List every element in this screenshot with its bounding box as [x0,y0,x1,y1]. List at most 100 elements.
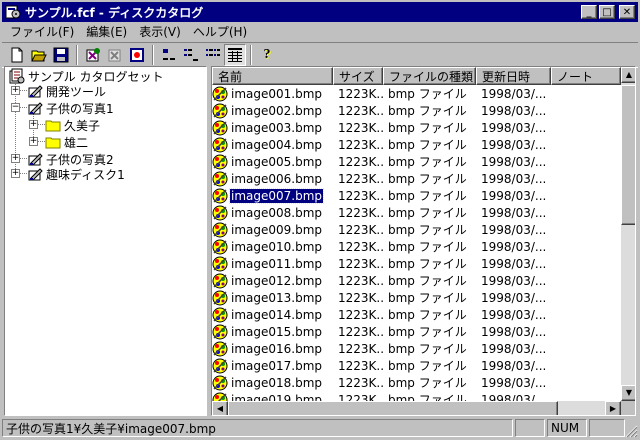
file-row[interactable]: image012.bmp 1223K... bmp ファイル 1998/03/... [212,272,621,289]
folder-icon [45,137,61,149]
scroll-right-button[interactable]: ▶ [605,401,621,415]
file-type: bmp ファイル [388,342,467,356]
file-row[interactable]: image003.bmp 1223K... bmp ファイル 1998/03/... [212,119,621,136]
file-type: bmp ファイル [388,223,467,237]
file-name: image011.bmp [231,256,323,271]
minimize-button[interactable]: _ [581,5,597,19]
file-date: 1998/03/... [481,256,547,271]
file-type: bmp ファイル [388,274,467,288]
file-row[interactable]: image018.bmp 1223K... bmp ファイル 1998/03/... [212,374,621,391]
bitmap-file-icon [212,324,228,339]
disk-catalog-app-icon[interactable] [5,4,21,20]
bitmap-file-icon [212,239,228,254]
file-size: 1223K... [338,290,383,305]
scroll-left-button[interactable]: ◀ [212,401,228,415]
open-button[interactable] [28,44,50,66]
scroll-up-button[interactable]: ▲ [621,67,635,83]
column-header-name[interactable]: 名前 [212,67,333,85]
large-icons-button[interactable] [158,44,180,66]
tree-expander[interactable]: + [11,169,20,178]
down-arrow-icon: ▼ [625,388,633,397]
menu-edit[interactable]: 編集(E) [80,23,133,40]
tree-item-kumiko[interactable]: 久美子 [45,117,100,133]
file-row[interactable]: image002.bmp 1223K... bmp ファイル 1998/03/... [212,102,621,119]
update-disk-icon [130,48,144,62]
menu-help[interactable]: ヘルプ(H) [187,23,253,40]
bitmap-file-icon [212,120,228,135]
resize-grip-icon[interactable] [624,424,638,438]
vertical-scroll-thumb[interactable] [621,85,635,225]
file-list[interactable]: 名前 サイズ ファイルの種類 更新日時 ノート image001.bmp 1223… [211,66,636,416]
file-date: 1998/03/... [481,307,547,322]
file-name: image008.bmp [231,205,323,220]
tree-expander[interactable]: + [29,120,38,129]
horizontal-scroll-thumb[interactable] [228,401,558,415]
file-date: 1998/03/... [481,239,547,254]
tree-item-kids-photos-1[interactable]: 子供の写真1 [27,100,114,116]
tree-expander[interactable]: + [11,154,20,163]
file-size: 1223K... [338,154,383,169]
add-disk-button[interactable] [82,44,104,66]
small-icons-button[interactable] [180,44,202,66]
file-date: 1998/03/... [481,120,547,135]
help-button[interactable]: ? [256,44,278,66]
file-row[interactable]: image007.bmp 1223K... bmp ファイル 1998/03/... [212,187,621,204]
bitmap-file-icon [212,290,228,305]
tree-item-dev-tools[interactable]: 開発ツール [27,83,106,99]
file-type: bmp ファイル [388,172,467,186]
file-row[interactable]: image017.bmp 1223K... bmp ファイル 1998/03/... [212,357,621,374]
title-bar[interactable]: サンプル.fcf - ディスクカタログ _ □ ✕ [2,2,638,22]
file-type: bmp ファイル [388,121,467,135]
file-row[interactable]: image004.bmp 1223K... bmp ファイル 1998/03/... [212,136,621,153]
tree-item-yuji[interactable]: 雄二 [45,134,88,150]
file-type: bmp ファイル [388,104,467,118]
file-row[interactable]: image015.bmp 1223K... bmp ファイル 1998/03/... [212,323,621,340]
column-header-type[interactable]: ファイルの種類 [383,67,476,85]
new-icon [11,47,23,63]
file-row[interactable]: image006.bmp 1223K... bmp ファイル 1998/03/... [212,170,621,187]
file-size: 1223K... [338,239,383,254]
list-icon [206,49,220,56]
tree-expander[interactable]: − [11,103,20,112]
list-view-button[interactable] [202,44,224,66]
file-type: bmp ファイル [388,138,467,152]
update-disk-button[interactable] [126,44,148,66]
details-view-button[interactable] [224,44,246,66]
column-header-note[interactable]: ノート [551,67,621,85]
file-name: image016.bmp [231,341,323,356]
file-row[interactable]: image001.bmp 1223K... bmp ファイル 1998/03/... [212,85,621,102]
close-button[interactable]: ✕ [619,5,635,19]
tree-expander[interactable]: + [11,86,20,95]
file-size: 1223K... [338,256,383,271]
bitmap-file-icon [212,341,228,356]
file-name: image005.bmp [231,154,323,169]
file-date: 1998/03/... [481,137,547,152]
file-row[interactable]: image013.bmp 1223K... bmp ファイル 1998/03/... [212,289,621,306]
menu-file[interactable]: ファイル(F) [2,23,80,40]
remove-disk-button[interactable] [104,44,126,66]
file-type: bmp ファイル [388,308,467,322]
file-row[interactable]: image009.bmp 1223K... bmp ファイル 1998/03/... [212,221,621,238]
tree-item-hobby-disk-1[interactable]: 趣味ディスク1 [27,166,125,182]
file-name: image015.bmp [231,324,323,339]
file-name-cell: image010.bmp [212,239,333,255]
tree-expander[interactable]: + [29,137,38,146]
menu-view[interactable]: 表示(V) [133,23,187,40]
file-row[interactable]: image016.bmp 1223K... bmp ファイル 1998/03/... [212,340,621,357]
file-row[interactable]: image005.bmp 1223K... bmp ファイル 1998/03/... [212,153,621,170]
maximize-button[interactable]: □ [599,5,615,19]
file-row[interactable]: image010.bmp 1223K... bmp ファイル 1998/03/... [212,238,621,255]
catalog-tree[interactable]: サンプル カタログセット + 開発ツール − 子供の写真1 + 久美子 + 雄二… [4,66,207,416]
file-row[interactable]: image008.bmp 1223K... bmp ファイル 1998/03/... [212,204,621,221]
file-row[interactable]: image011.bmp 1223K... bmp ファイル 1998/03/... [212,255,621,272]
file-date: 1998/03/... [481,273,547,288]
save-button[interactable] [50,44,72,66]
bitmap-file-icon [212,375,228,390]
file-type: bmp ファイル [388,325,467,339]
new-button[interactable] [6,44,28,66]
file-row[interactable]: image014.bmp 1223K... bmp ファイル 1998/03/... [212,306,621,323]
file-row[interactable]: image019.bmp 1223K... bmp ファイル 1998/03/... [212,391,621,401]
scroll-down-button[interactable]: ▼ [621,385,635,401]
column-header-size[interactable]: サイズ [333,67,383,85]
column-header-date[interactable]: 更新日時 [476,67,551,85]
